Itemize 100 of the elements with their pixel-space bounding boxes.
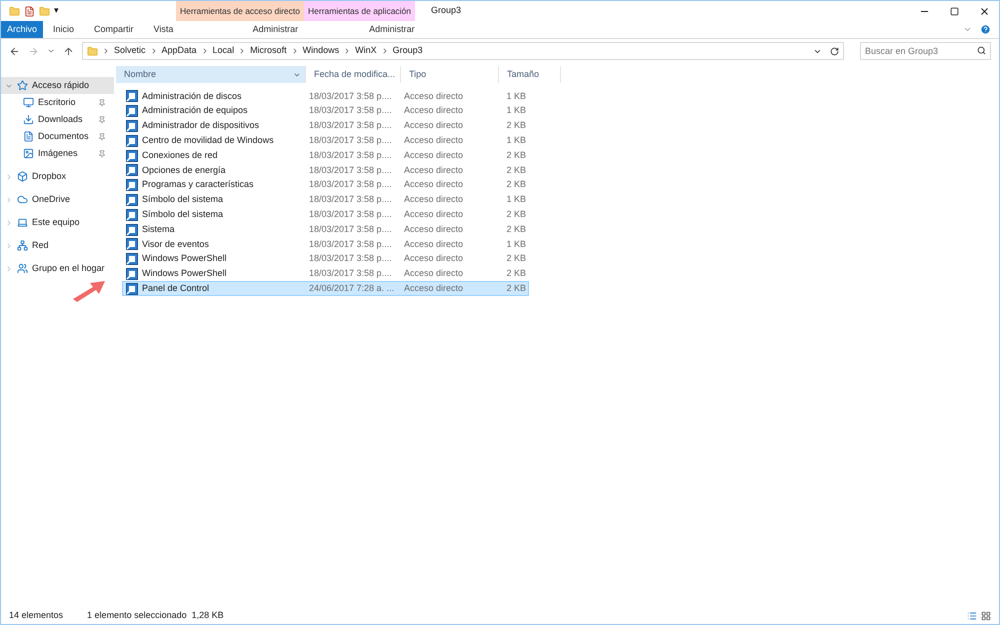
file-row[interactable]: Sistema 18/03/2017 3:58 p.... Acceso directo 2 KB <box>122 222 529 237</box>
help-icon[interactable] <box>980 24 991 35</box>
ribbon-tab[interactable]: Inicio <box>43 21 84 38</box>
shortcut-icon <box>126 208 138 221</box>
type-cell-text: Acceso directo <box>404 148 464 162</box>
search-icon[interactable] <box>977 46 986 55</box>
ribbon-tab[interactable]: Compartir <box>84 21 144 38</box>
breadcrumb-item[interactable]: Microsoft <box>250 44 287 58</box>
size-cell-text: 2 KB <box>505 178 526 192</box>
type-cell-text: Acceso directo <box>404 267 464 280</box>
sidebar-item-icon <box>17 80 28 91</box>
date-cell-text: 18/03/2017 3:58 p.... <box>309 208 393 222</box>
sidebar-item-icon <box>23 148 34 159</box>
sidebar-item[interactable]: Este equipo <box>1 214 114 231</box>
file-tab[interactable]: Archivo <box>1 21 44 38</box>
file-row[interactable]: Administrador de dispositivos 18/03/2017 3:58 p.... Acceso directo 2 KB <box>122 118 529 134</box>
context-tab-header: Herramientas de aplicación <box>304 1 416 21</box>
file-row[interactable]: Conexiones de red 18/03/2017 3:58 p.... Acceso directo 2 KB <box>122 148 529 163</box>
file-name: Símbolo del sistema <box>142 208 224 222</box>
pin-icon[interactable] <box>98 116 106 124</box>
file-row[interactable]: Panel de Control 24/06/2017 7:28 a. ... Acceso directo 2 KB <box>122 281 529 296</box>
column-header[interactable]: Tamaño <box>499 66 561 83</box>
file-row[interactable]: Símbolo del sistema 18/03/2017 3:58 p.... Acceso directo 2 KB <box>122 207 529 222</box>
sidebar-item[interactable]: Dropbox <box>1 168 114 185</box>
sidebar-item[interactable]: Red <box>1 237 114 254</box>
details-view-icon[interactable] <box>967 611 977 621</box>
type-cell-text: Acceso directo <box>404 134 464 148</box>
ribbon-tab[interactable]: Vista <box>144 21 184 38</box>
sidebar-item-icon <box>23 114 34 125</box>
expand-icon[interactable] <box>5 218 13 226</box>
date-cell-text: 18/03/2017 3:58 p.... <box>309 119 393 132</box>
recent-locations-icon[interactable] <box>47 47 55 55</box>
forward-icon[interactable] <box>28 46 39 56</box>
shortcut-icon <box>126 253 138 266</box>
expand-icon[interactable] <box>5 264 13 272</box>
type-cell-text: Acceso directo <box>404 119 464 132</box>
file-row[interactable]: Administración de equipos 18/03/2017 3:58 p.... Acceso directo 1 KB <box>122 104 529 119</box>
file-row[interactable]: Administración de discos 18/03/2017 3:58 p.... Acceso directo 1 KB <box>122 89 529 104</box>
breadcrumb-item[interactable]: AppData <box>162 44 197 58</box>
file-row[interactable]: Centro de movilidad de Windows 18/03/2017 3:58 p.... Acceso directo 1 KB <box>122 133 529 148</box>
file-row[interactable]: Opciones de energía 18/03/2017 3:58 p.... Acceso directo 2 KB <box>122 162 529 178</box>
breadcrumb-item[interactable]: Solvetic <box>114 44 146 58</box>
sidebar-item[interactable]: Imágenes <box>1 145 114 162</box>
type-cell-text: Acceso directo <box>404 282 464 296</box>
type-cell-text: Acceso directo <box>404 252 464 266</box>
refresh-icon[interactable] <box>830 46 839 56</box>
back-icon[interactable] <box>9 46 20 56</box>
ribbon-tab[interactable]: Administrar <box>213 21 338 38</box>
breadcrumb-item[interactable]: Local <box>212 44 234 58</box>
file-row[interactable]: Programas y características 18/03/2017 3:58 p.... Acceso directo 2 KB <box>122 178 529 193</box>
type-cell-text: Acceso directo <box>404 104 464 118</box>
file-name: Programas y características <box>142 178 254 192</box>
size-cell-text: 2 KB <box>505 282 526 296</box>
sidebar-item-icon <box>23 131 34 142</box>
sidebar-item[interactable]: Grupo en el hogar <box>1 260 114 277</box>
tiles-view-icon[interactable] <box>981 611 991 621</box>
column-header[interactable]: Fecha de modifica... <box>306 66 401 83</box>
sidebar-item[interactable]: Escritorio <box>1 94 114 111</box>
file-name: Símbolo del sistema <box>142 193 224 206</box>
maximize-icon <box>950 6 958 16</box>
column-header[interactable]: Tipo <box>401 66 499 83</box>
size-cell-text: 2 KB <box>505 119 526 132</box>
sidebar-item[interactable]: Documentos <box>1 128 114 145</box>
ribbon-collapse-icon[interactable] <box>963 25 972 34</box>
file-row[interactable]: Windows PowerShell 18/03/2017 3:58 p.... Acceso directo 2 KB <box>122 266 529 282</box>
type-cell-text: Acceso directo <box>404 193 464 206</box>
sidebar-item-icon <box>17 263 28 274</box>
expand-icon[interactable] <box>5 196 13 204</box>
sidebar-item[interactable]: Acceso rápido <box>1 77 114 94</box>
breadcrumb-item[interactable]: WinX <box>355 44 377 58</box>
toolbar-dropdown[interactable]: ▾ <box>54 4 59 18</box>
date-cell-text: 18/03/2017 3:58 p.... <box>309 148 393 162</box>
sidebar-item[interactable]: Downloads <box>1 111 114 128</box>
shortcut-icon <box>126 134 138 147</box>
file-name: Windows PowerShell <box>142 252 227 266</box>
up-icon[interactable] <box>63 46 74 56</box>
breadcrumb-item[interactable]: Group3 <box>392 44 423 58</box>
expand-icon[interactable] <box>5 242 13 250</box>
breadcrumb-item[interactable]: Windows <box>302 44 340 58</box>
date-cell-text: 18/03/2017 3:58 p.... <box>309 90 393 103</box>
sidebar-item[interactable]: OneDrive <box>1 191 114 208</box>
ribbon-tab[interactable]: Administrar <box>337 21 446 38</box>
size-cell-text: 1 KB <box>505 238 526 251</box>
sidebar-item-icon <box>17 217 28 228</box>
type-cell-text: Acceso directo <box>404 208 464 222</box>
pin-icon[interactable] <box>98 132 106 140</box>
date-cell-text: 18/03/2017 3:58 p.... <box>309 252 393 266</box>
file-row[interactable]: Visor de eventos 18/03/2017 3:58 p.... Acceso directo 1 KB <box>122 236 529 252</box>
new-folder-icon[interactable] <box>39 6 50 16</box>
file-row[interactable]: Windows PowerShell 18/03/2017 3:58 p.... Acceso directo 2 KB <box>122 252 529 267</box>
pin-icon[interactable] <box>98 150 106 158</box>
address-field[interactable]: Solvetic AppData Local Microsoft Windows WinX Group3 <box>82 42 844 60</box>
file-row[interactable]: Símbolo del sistema 18/03/2017 3:58 p.... Acceso directo 1 KB <box>122 192 529 208</box>
search-field[interactable]: Buscar en Group3 <box>860 42 991 60</box>
column-header[interactable]: Nombre <box>116 66 306 83</box>
type-cell-text: Acceso directo <box>404 178 464 192</box>
expand-icon[interactable] <box>5 172 13 180</box>
folder-icon[interactable] <box>9 6 20 16</box>
pin-icon[interactable] <box>98 98 106 106</box>
file-name: Opciones de energía <box>142 164 226 177</box>
